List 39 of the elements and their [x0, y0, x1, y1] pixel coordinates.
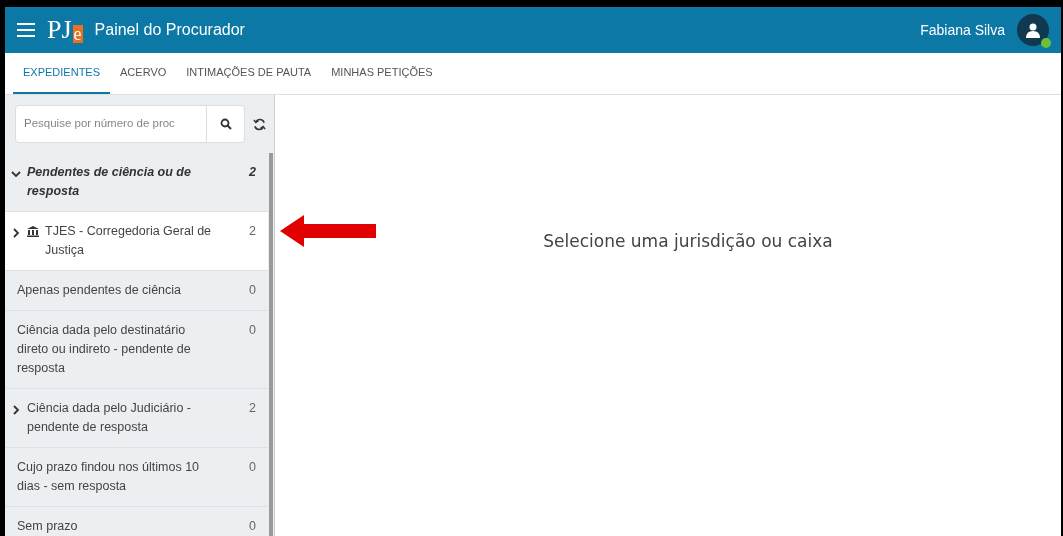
user-icon: [1025, 22, 1041, 38]
item-label: Cujo prazo findou nos últimos 10 dias - sem resposta: [17, 459, 201, 495]
sidebar-item[interactable]: Ciência dada pelo Judiciário - pendente de resposta 2: [5, 389, 268, 448]
item-count: 2: [249, 223, 256, 240]
sidebar-item[interactable]: Apenas pendentes de ciência 0: [5, 271, 268, 311]
courthouse-icon: [27, 226, 39, 237]
user-name[interactable]: Fabiana Silva: [920, 19, 1005, 41]
item-label: Pendentes de ciência ou de resposta: [27, 164, 192, 200]
empty-message: Selecione uma jurisdição ou caixa: [543, 230, 833, 253]
sidebar-item[interactable]: Cujo prazo findou nos últimos 10 dias - sem resposta 0: [5, 448, 268, 507]
search-icon[interactable]: [219, 118, 232, 130]
item-count: 2: [249, 400, 256, 417]
logo: PJe: [47, 17, 83, 43]
search-field[interactable]: Pesquise por número de proc: [15, 105, 245, 143]
refresh-icon[interactable]: [253, 117, 266, 131]
chevron-right-icon[interactable]: [11, 228, 21, 238]
item-label: Ciência dada pelo Judiciário - pendente de resposta: [27, 400, 192, 436]
sidebar-item[interactable]: TJES - Corregedoria Geral de Justiça 2: [5, 212, 268, 271]
item-count: 0: [249, 282, 256, 299]
item-label: TJES - Corregedoria Geral de Justiça: [45, 223, 213, 259]
item-label: Apenas pendentes de ciência: [17, 282, 182, 299]
item-label: Ciência dada pelo destinatário direto ou indireto - pendente de resposta: [17, 322, 192, 377]
app-title: Painel do Procurador: [94, 20, 245, 40]
scrollbar[interactable]: [269, 153, 273, 536]
item-count: 2: [249, 164, 256, 181]
item-count: 0: [249, 322, 256, 339]
item-count: 0: [249, 459, 256, 476]
sidebar-item[interactable]: Sem prazo 0: [5, 507, 268, 536]
avatar[interactable]: [1017, 14, 1049, 46]
sidebar-item[interactable]: Ciência dada pelo destinatário direto ou indireto - pendente de resposta 0: [5, 311, 268, 389]
tab[interactable]: MINHAS PETIÇÕES: [321, 53, 443, 94]
tab[interactable]: INTIMAÇÕES DE PAUTA: [176, 53, 322, 94]
menu-icon[interactable]: [17, 23, 35, 37]
tab[interactable]: ACERVO: [110, 53, 177, 94]
chevron-down-icon[interactable]: [11, 169, 21, 179]
item-count: 0: [249, 518, 256, 535]
item-label: Sem prazo: [17, 518, 79, 535]
chevron-right-icon[interactable]: [11, 405, 21, 415]
search-input[interactable]: Pesquise por número de proc: [16, 115, 206, 133]
